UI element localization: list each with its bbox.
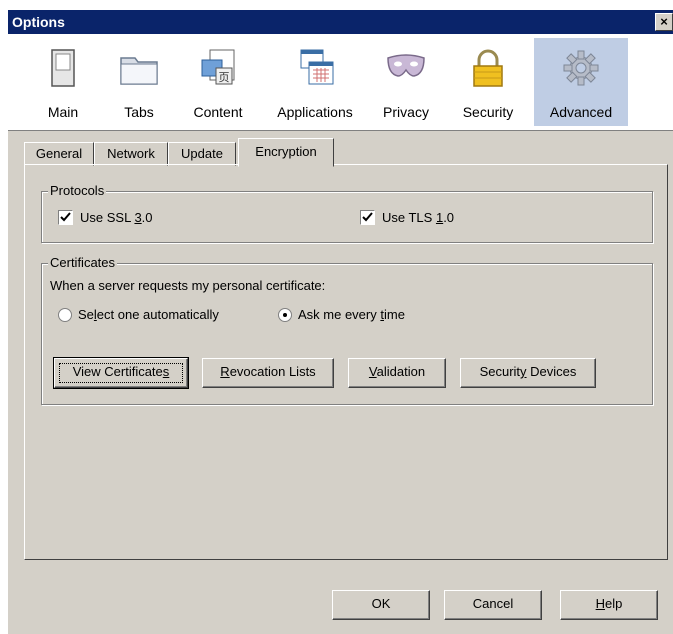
tab-encryption[interactable]: Encryption [238,138,334,167]
checkmark-icon [362,212,373,222]
mask-icon [387,54,425,77]
toolbar-item-tabs[interactable]: Tabs [108,38,170,126]
close-button[interactable]: × [655,13,673,31]
ask-every-time-radio[interactable] [278,308,292,322]
options-window: Options × Main Tabs 页 Content Applicatio… [8,10,673,634]
category-toolbar: Main Tabs 页 Content Applications Privacy… [8,34,673,131]
tab-network[interactable]: Network [94,142,168,166]
tab-general[interactable]: General [24,142,94,166]
toolbar-label-privacy: Privacy [383,104,429,120]
tabs-icon [120,57,158,85]
radio-dot [283,313,287,317]
view-certificates-button[interactable]: View Certificates [53,357,189,389]
certificates-group: Certificates When a server requests my p… [41,255,653,405]
switch-icon [51,49,75,87]
ask-every-time-label[interactable]: Ask me every time [298,307,405,322]
toolbar-label-security: Security [462,104,514,120]
subtab-strip: General Network Update Encryption [24,138,666,167]
encryption-panel: Protocols Use SSL 3.0 Use TLS 1.0 Certif… [24,164,668,560]
validation-button[interactable]: Validation [348,358,446,388]
toolbar-label-tabs: Tabs [124,104,154,120]
toolbar-item-main[interactable]: Main [32,38,94,126]
certificate-prompt: When a server requests my personal certi… [50,278,326,293]
gear-icon [563,50,599,86]
cancel-button[interactable]: Cancel [444,590,542,620]
toolbar-label-content: Content [193,104,243,120]
help-button[interactable]: Help [560,590,658,620]
tls-label[interactable]: Use TLS 1.0 [382,210,454,225]
security-devices-button[interactable]: Security Devices [460,358,596,388]
toolbar-label-advanced: Advanced [549,104,613,120]
title-bar[interactable]: Options × [8,10,673,34]
certificates-legend: Certificates [48,255,118,270]
toolbar-label-main: Main [47,104,79,120]
tls-checkbox[interactable] [360,210,375,225]
toolbar-item-applications[interactable]: Applications [262,38,368,126]
revocation-lists-button[interactable]: Revocation Lists [202,358,334,388]
toolbar-label-applications: Applications [277,104,353,120]
applications-icon [300,49,334,85]
toolbar-item-privacy[interactable]: Privacy [374,38,438,126]
content-icon: 页 [201,49,235,85]
select-automatically-radio[interactable] [58,308,72,322]
select-automatically-label[interactable]: Select one automatically [78,307,219,322]
protocols-group: Protocols Use SSL 3.0 Use TLS 1.0 [41,183,653,243]
protocols-legend: Protocols [48,183,107,198]
svg-text:页: 页 [219,72,230,84]
toolbar-item-security[interactable]: Security [452,38,524,126]
ok-button[interactable]: OK [332,590,430,620]
window-title: Options [12,14,65,30]
toolbar-item-content[interactable]: 页 Content [180,38,256,126]
tab-update[interactable]: Update [168,142,236,166]
ssl-checkbox[interactable] [58,210,73,225]
focus-ring [59,363,183,383]
ssl-label[interactable]: Use SSL 3.0 [80,210,153,225]
lock-icon [473,49,503,87]
checkmark-icon [60,212,71,222]
toolbar-item-advanced[interactable]: Advanced [534,38,628,126]
